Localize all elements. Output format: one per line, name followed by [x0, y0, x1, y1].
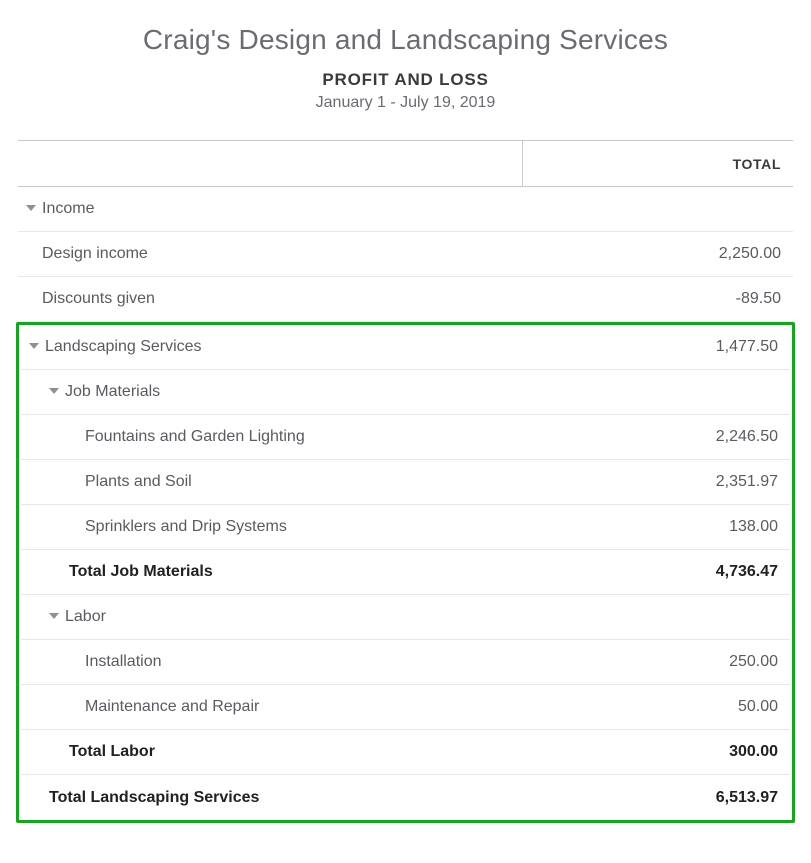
table-header-row: TOTAL [18, 141, 793, 187]
row-value: 2,351.97 [520, 473, 790, 491]
row-value: -89.50 [523, 290, 793, 308]
company-name: Craig's Design and Landscaping Services [18, 24, 793, 56]
row-design-income[interactable]: Design income 2,250.00 [18, 232, 793, 277]
date-range: January 1 - July 19, 2019 [18, 94, 793, 112]
row-income[interactable]: Income [18, 187, 793, 232]
row-value: 50.00 [520, 698, 790, 716]
row-label: Landscaping Services [45, 338, 202, 356]
row-installation[interactable]: Installation 250.00 [21, 640, 790, 685]
report-title: PROFIT AND LOSS [18, 70, 793, 90]
report-header: Craig's Design and Landscaping Services … [18, 24, 793, 112]
row-label: Design income [42, 245, 148, 263]
table-header-left [18, 141, 523, 186]
row-label: Fountains and Garden Lighting [85, 428, 305, 446]
chevron-down-icon[interactable] [49, 388, 59, 394]
row-total-landscaping-services[interactable]: Total Landscaping Services 6,513.97 [21, 775, 790, 820]
row-total-labor[interactable]: Total Labor 300.00 [21, 730, 790, 775]
row-discounts-given[interactable]: Discounts given -89.50 [18, 277, 793, 322]
column-total: TOTAL [523, 156, 793, 172]
row-label: Total Labor [69, 743, 155, 761]
row-plants[interactable]: Plants and Soil 2,351.97 [21, 460, 790, 505]
row-label: Plants and Soil [85, 473, 192, 491]
row-value: 1,477.50 [520, 338, 790, 356]
row-total-job-materials[interactable]: Total Job Materials 4,736.47 [21, 550, 790, 595]
row-sprinklers[interactable]: Sprinklers and Drip Systems 138.00 [21, 505, 790, 550]
row-label: Maintenance and Repair [85, 698, 259, 716]
row-value: 250.00 [520, 653, 790, 671]
row-labor[interactable]: Labor [21, 595, 790, 640]
row-label: Total Job Materials [69, 563, 213, 581]
row-value: 300.00 [520, 743, 790, 761]
row-landscaping-services[interactable]: Landscaping Services 1,477.50 [21, 325, 790, 370]
row-label: Discounts given [42, 290, 155, 308]
row-value: 2,250.00 [523, 245, 793, 263]
row-maintenance[interactable]: Maintenance and Repair 50.00 [21, 685, 790, 730]
row-value: 138.00 [520, 518, 790, 536]
row-fountains[interactable]: Fountains and Garden Lighting 2,246.50 [21, 415, 790, 460]
row-value: 4,736.47 [520, 563, 790, 581]
row-label: Labor [65, 608, 106, 626]
row-label: Income [42, 200, 94, 218]
chevron-down-icon[interactable] [29, 343, 39, 349]
highlighted-section: Landscaping Services 1,477.50 Job Materi… [16, 322, 795, 823]
row-label: Sprinklers and Drip Systems [85, 518, 287, 536]
row-value: 2,246.50 [520, 428, 790, 446]
chevron-down-icon[interactable] [26, 205, 36, 211]
chevron-down-icon[interactable] [49, 613, 59, 619]
row-label: Job Materials [65, 383, 160, 401]
row-label: Installation [85, 653, 162, 671]
row-label: Total Landscaping Services [49, 789, 259, 807]
row-job-materials[interactable]: Job Materials [21, 370, 790, 415]
row-value: 6,513.97 [520, 789, 790, 807]
